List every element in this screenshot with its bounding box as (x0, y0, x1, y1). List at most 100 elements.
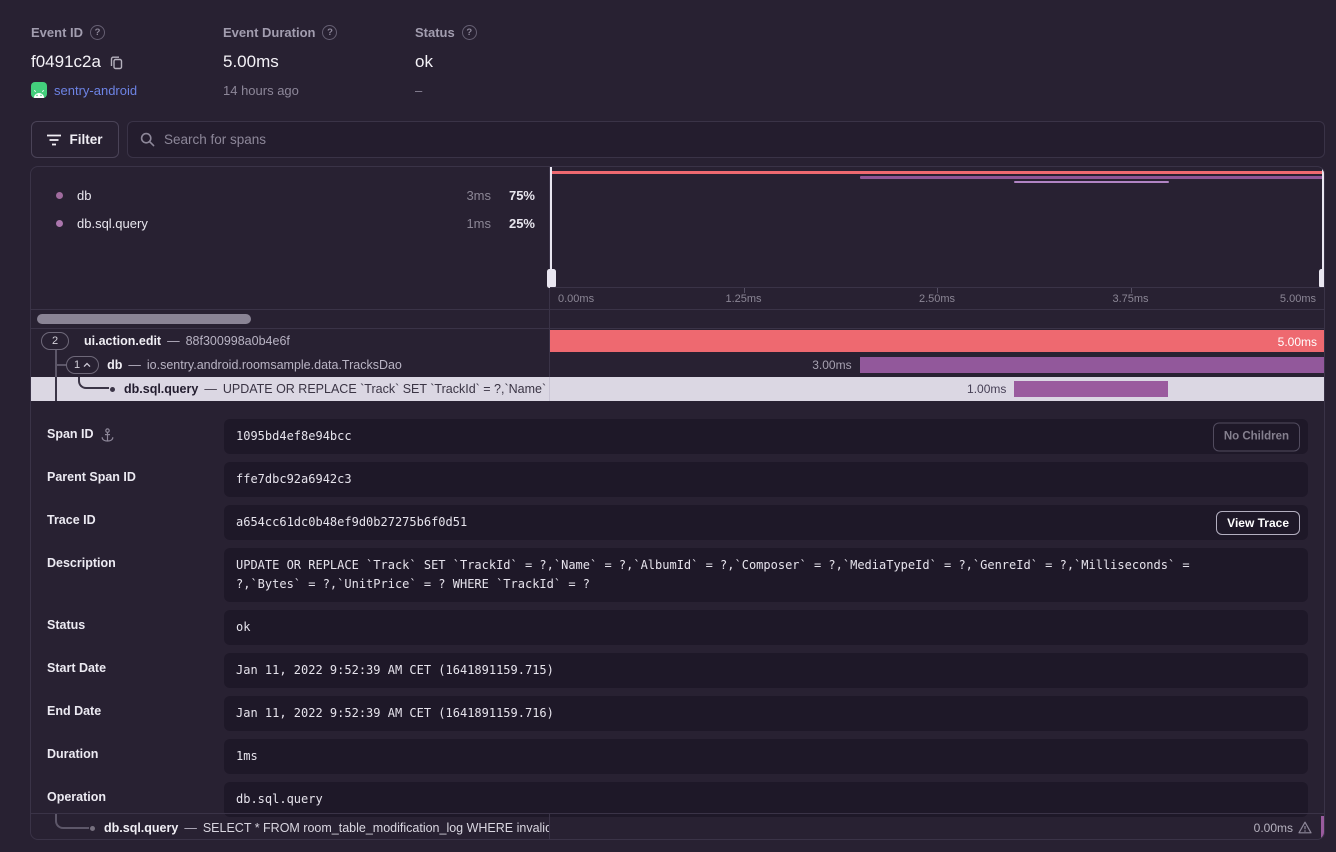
span-bar (1014, 381, 1168, 397)
detail-row-status: Status ok (47, 610, 1308, 645)
event-id-block: Event ID ? f0491c2a sentry-android (31, 22, 137, 99)
tree-elbow-connector (78, 377, 109, 389)
minimap-span-line (550, 171, 1324, 174)
detail-row-duration: Duration 1ms (47, 739, 1308, 774)
span-duration: 1.00ms (967, 377, 1006, 401)
tree-node-dot (110, 387, 115, 392)
detail-row-trace-id: Trace ID a654cc61dc0b48ef9d0b27275b6f0d5… (47, 505, 1308, 540)
event-duration-block: Event Duration ? 5.00ms 14 hours ago (223, 22, 337, 99)
detail-row-parent-span-id: Parent Span ID ffe7dbc92a6942c3 (47, 462, 1308, 497)
copy-icon[interactable] (109, 55, 124, 70)
trace-view-panel: db 3ms 75% db.sql.query 1ms 25% (30, 166, 1325, 840)
span-desc: 88f300998a0b4e6f (186, 334, 290, 348)
minimap-left-handle[interactable] (550, 167, 552, 287)
status-breakdown: – (415, 83, 422, 98)
span-details: Span ID 1095bd4ef8e94bcc No Children Par… (31, 401, 1324, 813)
axis-label: 0.00ms (558, 293, 594, 305)
span-desc: io.sentry.android.roomsample.data.Tracks… (147, 358, 402, 372)
status-label: Status (415, 25, 455, 40)
axis-label: 1.25ms (725, 293, 761, 305)
detail-row-end-date: End Date Jan 11, 2022 9:52:39 AM CET (16… (47, 696, 1308, 731)
tree-scroll-strip (31, 309, 1324, 329)
span-op: ui.action.edit (84, 334, 161, 348)
minimap-right-handle[interactable] (1322, 167, 1324, 287)
op-name: db (77, 188, 91, 203)
detail-row-span-id: Span ID 1095bd4ef8e94bcc No Children (47, 419, 1308, 454)
event-duration-value: 5.00ms (223, 52, 279, 72)
op-name: db.sql.query (77, 216, 148, 231)
event-id-value: f0491c2a (31, 52, 101, 72)
span-row-ui-action-edit[interactable]: 2 ui.action.edit — 88f300998a0b4e6f 5.00… (31, 329, 1324, 353)
tree-connector-line (55, 377, 57, 401)
zero-duration-span-bar (1321, 816, 1324, 839)
axis-label: 5.00ms (1280, 293, 1316, 305)
span-duration: 3.00ms (812, 353, 851, 377)
op-percent: 25% (501, 216, 535, 231)
span-bar (860, 357, 1324, 373)
no-children-chip: No Children (1213, 422, 1300, 451)
op-color-dot (56, 192, 63, 199)
minimap-span-line (1014, 181, 1169, 183)
filter-icon (47, 134, 61, 146)
op-color-dot (56, 220, 63, 227)
chevron-up-icon (83, 362, 91, 368)
span-op: db.sql.query (104, 821, 178, 835)
span-row-db-sql-query-select[interactable]: db.sql.query — SELECT * FROM room_table_… (31, 813, 1324, 840)
children-count-badge[interactable]: 2 (41, 332, 69, 350)
operation-value: db.sql.query (236, 792, 323, 806)
span-desc: UPDATE OR REPLACE `Track` SET `TrackId` … (223, 382, 550, 396)
op-duration: 3ms (466, 188, 491, 203)
time-axis: 0.00ms 1.25ms 2.50ms 3.75ms 5.00ms (550, 287, 1324, 309)
event-timeago: 14 hours ago (223, 83, 299, 98)
status-detail-value: ok (236, 620, 250, 634)
project-link[interactable]: sentry-android (54, 83, 137, 98)
operations-breakdown: db 3ms 75% db.sql.query 1ms 25% (31, 167, 550, 309)
span-id-value: 1095bd4ef8e94bcc (236, 429, 352, 443)
event-duration-label: Event Duration (223, 25, 315, 40)
search-icon (140, 132, 155, 147)
anchor-icon[interactable] (101, 428, 114, 442)
toolbar: Filter (31, 121, 1325, 158)
detail-row-description: Description UPDATE OR REPLACE `Track` SE… (47, 548, 1308, 602)
parent-span-id-value: ffe7dbc92a6942c3 (236, 472, 352, 486)
span-bar: 5.00ms (550, 330, 1324, 352)
minimap-span-line (860, 176, 1324, 179)
op-percent: 75% (501, 188, 535, 203)
warning-icon (1298, 821, 1312, 834)
op-duration: 1ms (466, 216, 491, 231)
collapse-badge[interactable]: 1 (66, 356, 99, 374)
event-id-label: Event ID (31, 25, 83, 40)
tree-node-dot (90, 826, 95, 831)
span-op: db.sql.query (124, 382, 198, 396)
axis-label: 2.50ms (919, 293, 955, 305)
help-icon[interactable]: ? (90, 25, 105, 40)
view-trace-button[interactable]: View Trace (1216, 511, 1300, 535)
filter-button[interactable]: Filter (31, 121, 119, 158)
help-icon[interactable]: ? (462, 25, 477, 40)
span-row-db-sql-query-selected[interactable]: db.sql.query — UPDATE OR REPLACE `Track`… (31, 377, 1324, 401)
description-value: UPDATE OR REPLACE `Track` SET `TrackId` … (236, 558, 1190, 591)
status-block: Status ? ok – (415, 22, 477, 99)
span-duration: 5.00ms (1278, 330, 1317, 354)
legend-item-db[interactable]: db 3ms 75% (45, 181, 535, 209)
span-tree: 2 ui.action.edit — 88f300998a0b4e6f 5.00… (31, 329, 1324, 401)
filter-label: Filter (69, 132, 102, 147)
duration-value: 1ms (236, 749, 258, 763)
legend-item-db-sql-query[interactable]: db.sql.query 1ms 25% (45, 209, 535, 237)
start-date-value: Jan 11, 2022 9:52:39 AM CET (1641891159.… (236, 663, 554, 677)
span-duration: 0.00ms (1254, 821, 1293, 835)
ops-breakdown-and-minimap: db 3ms 75% db.sql.query 1ms 25% (31, 167, 1324, 309)
search-input[interactable] (164, 132, 1312, 147)
android-icon (31, 82, 47, 98)
horizontal-scrollbar[interactable] (37, 314, 251, 324)
span-desc: SELECT * FROM room_table_modification_lo… (203, 821, 550, 835)
trace-minimap[interactable]: 0.00ms 1.25ms 2.50ms 3.75ms 5.00ms (550, 167, 1324, 309)
axis-label: 3.75ms (1112, 293, 1148, 305)
tree-elbow-connector (55, 814, 89, 829)
status-value: ok (415, 52, 433, 72)
detail-row-start-date: Start Date Jan 11, 2022 9:52:39 AM CET (… (47, 653, 1308, 688)
trace-id-value: a654cc61dc0b48ef9d0b27275b6f0d51 (236, 515, 467, 529)
search-box (127, 121, 1325, 158)
help-icon[interactable]: ? (322, 25, 337, 40)
span-row-db[interactable]: 1 db — io.sentry.android.roomsample.data… (31, 353, 1324, 377)
